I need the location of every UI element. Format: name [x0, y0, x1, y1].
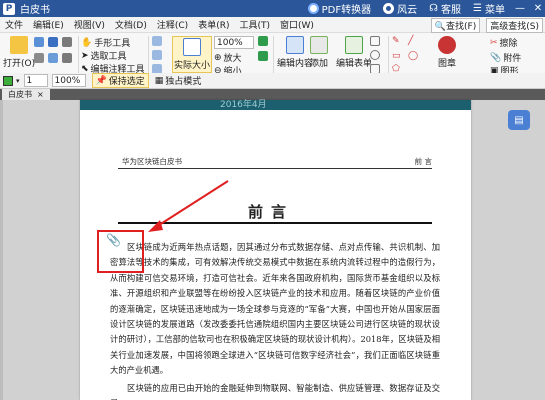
cursor-icon: ➤	[81, 50, 89, 61]
chat-icon: ▤	[514, 114, 524, 126]
paperclip-icon: 📎	[490, 52, 502, 63]
header-right: 前 言	[414, 157, 432, 166]
hand-tool-button[interactable]: ✋ 手形工具	[81, 36, 130, 50]
title-right-group: PDF转换器 风云 ☊ 客服 ☰ 菜单 — ✕	[304, 0, 545, 17]
paragraph: 区块链成为近两年热点话题，因其通过分布式数据存储、点对点传输、共识机制、加密算法…	[110, 242, 440, 376]
close-tab-icon[interactable]: ×	[37, 90, 44, 99]
save-icon[interactable]	[48, 37, 58, 47]
rectangle-icon[interactable]: ▭	[392, 51, 401, 61]
app-logo-icon: P	[3, 2, 15, 15]
two-page-icon[interactable]	[152, 50, 162, 60]
opacity-select[interactable]: 100%	[51, 74, 86, 87]
advanced-search-button[interactable]: 高级查找(S)	[486, 18, 543, 33]
body-text: 区块链成为近两年热点话题，因其通过分布式数据存储、点对点传输、共识机制、加密算法…	[110, 240, 440, 400]
eraser-button[interactable]: ✂ 擦除	[490, 36, 518, 50]
stamp-icon	[438, 36, 456, 54]
edit-form-icon	[345, 36, 363, 54]
menu-icon: ☰	[473, 3, 482, 14]
secondary-toolbar: ▾ 1 100% 📌 保持选定 ▦ 独占模式	[0, 73, 545, 89]
new-icon[interactable]	[34, 37, 44, 47]
chapter-rule	[118, 222, 432, 224]
edit-form-button[interactable]: 编辑表单	[336, 36, 372, 69]
menu-edit[interactable]: 编辑(E)	[28, 18, 69, 31]
cloud-button[interactable]: 风云	[379, 1, 421, 16]
attach-button[interactable]: 📎 附件	[490, 51, 521, 65]
zoom-in-icon: ⊕	[214, 52, 222, 63]
pin-icon: 📌	[95, 75, 107, 86]
rotate-icon[interactable]	[258, 36, 268, 46]
menu-document[interactable]: 文档(D)	[110, 18, 152, 31]
menu-view[interactable]: 视图(V)	[69, 18, 110, 31]
zoom-in-button[interactable]: ⊕ 放大	[214, 51, 242, 65]
paragraph: 区块链的应用已由开始的金融延伸到物联网、智能制造、供应链管理、数据存证及交易	[110, 382, 440, 400]
keep-selected-button[interactable]: 📌 保持选定	[91, 73, 149, 88]
search-icon: 🔍	[434, 22, 447, 32]
radio-tool-icon[interactable]	[370, 50, 380, 60]
edit-content-button[interactable]: 编辑内容	[277, 36, 313, 69]
actual-size-icon	[183, 38, 201, 56]
headset-icon: ☊	[429, 3, 439, 14]
actual-size-button[interactable]: 实际大小	[172, 36, 213, 73]
folder-icon	[10, 36, 29, 54]
search-group: 🔍查找(F) 高级查找(S)	[430, 18, 543, 33]
single-mode-icon: ▦	[154, 75, 164, 86]
zoom-select[interactable]: 100%	[214, 36, 254, 49]
title-bar: P 白皮书 PDF转换器 风云 ☊ 客服 ☰ 菜单 — ✕	[0, 0, 545, 17]
edit-content-icon	[286, 36, 304, 54]
line-width-select[interactable]: 1	[23, 74, 48, 87]
close-button[interactable]: ✕	[531, 3, 545, 14]
refresh-icon[interactable]	[258, 51, 268, 61]
window-title: 白皮书	[20, 5, 50, 16]
header-rule	[118, 168, 432, 169]
add-icon	[310, 36, 328, 54]
single-mode-button[interactable]: ▦ 独占模式	[154, 74, 202, 88]
header-left: 华为区块链白皮书	[122, 157, 182, 166]
hand-icon: ✋	[81, 37, 93, 48]
menu-tools[interactable]: 工具(T)	[234, 18, 275, 31]
document-viewer[interactable]: 华为区块链白皮书 前 言 前言 区块链成为近两年热点话题，因其通过分布式数据存储…	[0, 100, 545, 400]
single-page-icon[interactable]	[152, 36, 162, 46]
select-tool-button[interactable]: ➤ 选取工具	[81, 49, 127, 63]
email-icon[interactable]	[48, 53, 58, 63]
menu-form[interactable]: 表单(R)	[193, 18, 234, 31]
stamp-button[interactable]: 图章	[438, 36, 456, 69]
document-tab-bar: 白皮书 ×	[0, 89, 545, 100]
redo-icon[interactable]	[62, 53, 72, 63]
add-button[interactable]: 添加	[310, 36, 328, 69]
tab-whitepaper[interactable]: 白皮书 ×	[2, 89, 50, 100]
pencil-icon[interactable]: ✎	[392, 36, 400, 46]
menu-bar: 文件 编辑(E) 视图(V) 文档(D) 注释(C) 表单(R) 工具(T) 窗…	[0, 17, 545, 33]
checkbox-tool-icon[interactable]	[370, 36, 380, 46]
open-button[interactable]: 打开(O)	[3, 36, 35, 69]
chapter-title: 前言	[248, 203, 295, 221]
annotation-cursor-icon: ⬉	[81, 63, 89, 74]
chevron-down-icon[interactable]: ▾	[16, 77, 20, 85]
oval-icon[interactable]: ◯	[408, 51, 418, 61]
highlight-box	[97, 230, 144, 273]
menu-file[interactable]: 文件	[0, 18, 28, 31]
converter-icon	[307, 3, 319, 14]
line-icon[interactable]: ╱	[408, 36, 413, 46]
eraser-icon: ✂	[490, 37, 498, 48]
menu-window[interactable]: 窗口(W)	[275, 18, 319, 31]
menu-button[interactable]: ☰ 菜单	[469, 1, 509, 16]
cloud-icon	[383, 3, 395, 14]
service-button[interactable]: ☊ 客服	[425, 1, 465, 16]
undo-icon[interactable]	[62, 37, 72, 47]
pdf-converter-button[interactable]: PDF转换器	[304, 1, 375, 16]
minimize-button[interactable]: —	[513, 3, 527, 14]
search-button[interactable]: 🔍查找(F)	[430, 18, 481, 33]
print-icon[interactable]	[34, 53, 44, 63]
view-mode-icons	[152, 36, 162, 46]
side-panel-button[interactable]: ▤	[508, 110, 530, 130]
fill-color-swatch[interactable]	[3, 75, 13, 86]
menu-comment[interactable]: 注释(C)	[152, 18, 193, 31]
previous-page-footer: 2016年4月	[80, 100, 471, 110]
page-header: 华为区块链白皮书 前 言	[122, 156, 432, 167]
